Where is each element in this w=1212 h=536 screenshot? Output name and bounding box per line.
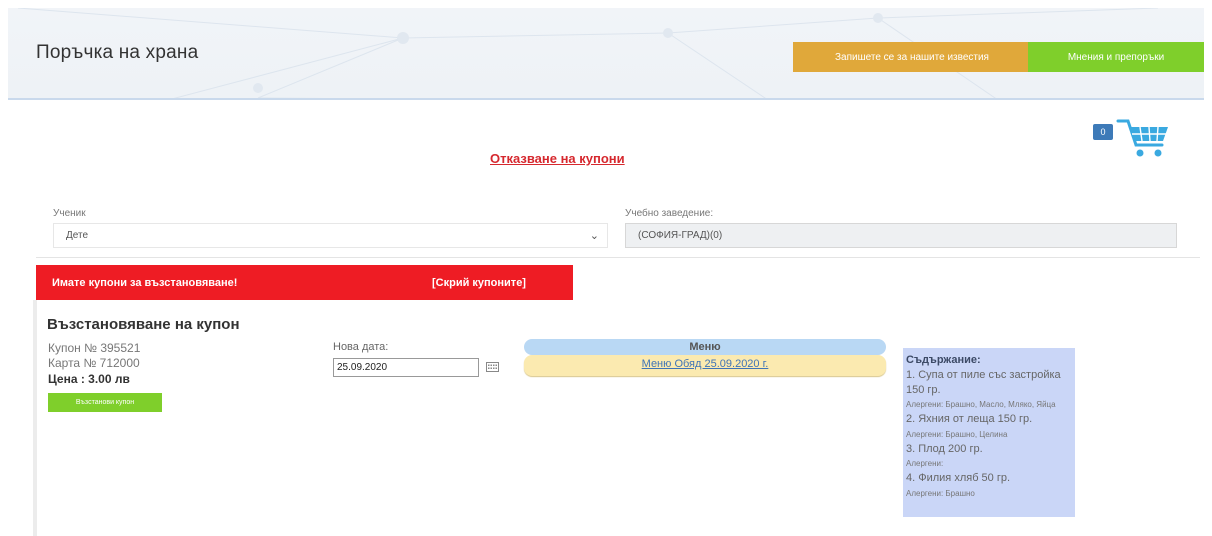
menu-link[interactable]: Меню Обяд 25.09.2020 г.: [524, 355, 886, 376]
site-header: Поръчка на храна Запишете се за нашите и…: [8, 8, 1204, 100]
contents-title: Съдържание:: [906, 354, 981, 366]
student-label: Ученик: [53, 208, 86, 219]
card-number: Карта № 712000: [48, 356, 140, 370]
reviews-button[interactable]: Мнения и препоръки: [1028, 42, 1204, 72]
site-title: Поръчка на храна: [36, 42, 199, 63]
panel-side-line: [33, 300, 37, 536]
subscribe-button[interactable]: Запишете се за нашите известия: [793, 42, 1031, 72]
calendar-icon[interactable]: [486, 362, 499, 372]
new-date-label: Нова дата:: [333, 341, 389, 353]
hide-coupons-link[interactable]: [Скрий купоните]: [432, 277, 526, 289]
cart[interactable]: 0: [1090, 115, 1180, 163]
menu-header: Меню: [524, 339, 886, 355]
school-label: Учебно заведение:: [625, 208, 714, 219]
divider: [36, 257, 1200, 258]
school-field-value: (СОФИЯ-ГРАД)(0): [638, 230, 723, 241]
dish-allergens: Алергени: Брашно: [906, 488, 975, 498]
new-date-input[interactable]: [333, 358, 479, 377]
restore-coupons-banner: Имате купони за възстановяване! [Скрий к…: [36, 265, 573, 300]
student-select-value: Дете: [66, 230, 89, 241]
coupon-number: Купон № 395521: [48, 341, 141, 355]
dish-allergens: Алергени: Брашно, Масло, Мляко, Яйца: [906, 400, 1056, 409]
cart-icon[interactable]: [1116, 115, 1172, 161]
cancel-coupons-link[interactable]: Отказване на купони: [490, 151, 625, 166]
dish-item: 3. Плод 200 гр.: [906, 442, 983, 455]
cart-count-badge: 0: [1093, 124, 1113, 140]
menu-contents: Съдържание: 1. Супа от пиле със застройк…: [903, 348, 1075, 517]
dish-allergens: Алергени:: [906, 459, 944, 468]
dish-item: 1. Супа от пиле със застройка 150 гр.: [906, 369, 1061, 396]
student-select[interactable]: Дете ⌄: [53, 223, 608, 248]
dish-item: 2. Яхния от леща 150 гр.: [906, 413, 1033, 425]
restore-panel-title: Възстановяване на купон: [47, 316, 240, 333]
chevron-down-icon: ⌄: [589, 230, 599, 242]
school-field: (СОФИЯ-ГРАД)(0): [625, 223, 1177, 248]
coupon-price: Цена : 3.00 лв: [48, 372, 130, 386]
banner-message: Имате купони за възстановяване!: [52, 277, 238, 289]
restore-coupon-button[interactable]: Възстанови купон: [48, 393, 162, 412]
dish-item: 4. Филия хляб 50 гр.: [906, 472, 1011, 484]
dish-allergens: Алергени: Брашно, Целина: [906, 429, 1008, 439]
